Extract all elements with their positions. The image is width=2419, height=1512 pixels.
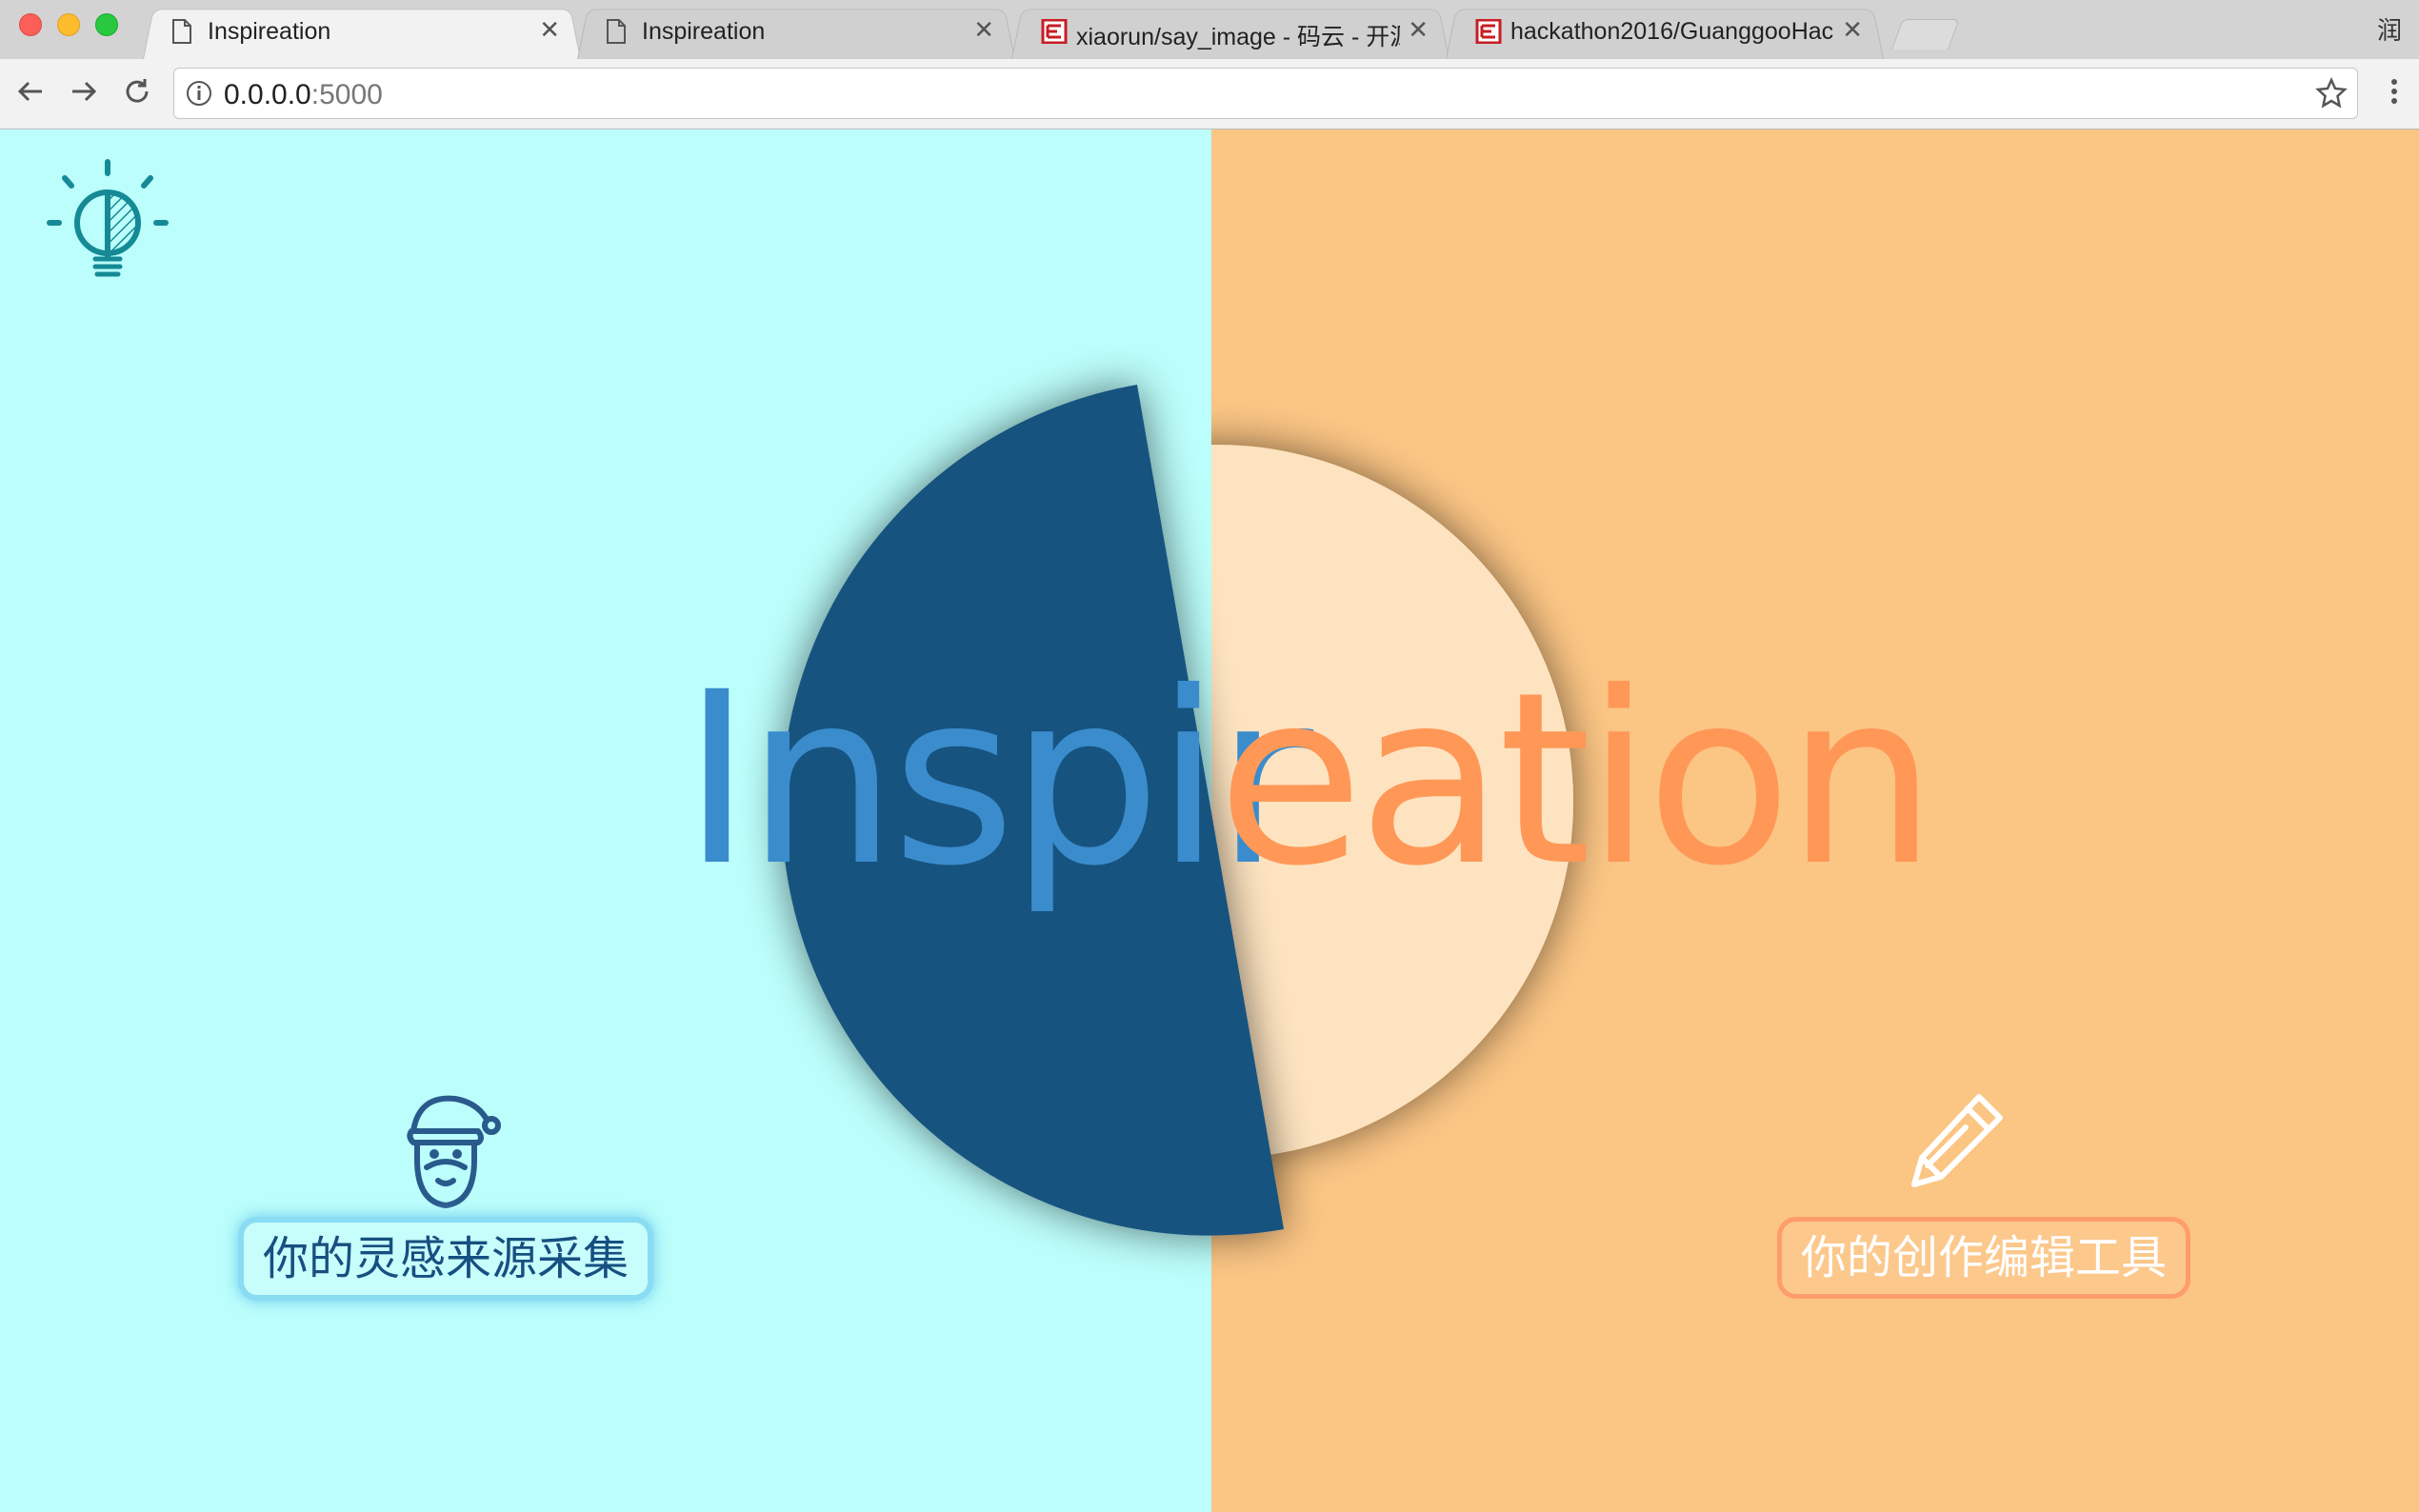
- profile-label[interactable]: 润: [2377, 11, 2402, 47]
- gitee-icon: [1041, 19, 1068, 44]
- back-button[interactable]: [11, 72, 50, 110]
- tab-strip: Inspireation ✕ Inspireation ✕ xiaorun/sa…: [0, 0, 2419, 59]
- maximize-window-button[interactable]: [95, 13, 118, 36]
- url-text[interactable]: 0.0.0.0:5000: [224, 79, 383, 111]
- gitee-icon: [1475, 19, 1502, 44]
- logo-left-text: Inspir: [682, 641, 1313, 918]
- tab-close-icon[interactable]: ✕: [1408, 15, 1429, 45]
- tab-title: Inspireation: [642, 18, 766, 45]
- reload-button[interactable]: [118, 72, 156, 110]
- page-content: Inspir eation 你的灵感来源采集 你的创作编辑工具: [0, 129, 2419, 1512]
- kebab-menu-icon: [2391, 79, 2397, 104]
- forward-button[interactable]: [65, 72, 103, 110]
- arrow-left-icon: [17, 81, 42, 102]
- browser-chrome: Inspireation ✕ Inspireation ✕ xiaorun/sa…: [0, 0, 2419, 129]
- pencil-icon[interactable]: [1905, 1087, 2009, 1192]
- tab-title: Inspireation: [208, 18, 331, 45]
- star-icon[interactable]: [2315, 77, 2348, 109]
- minimize-window-button[interactable]: [57, 13, 80, 36]
- santa-icon[interactable]: [400, 1087, 505, 1211]
- creation-editor-button[interactable]: 你的创作编辑工具: [1777, 1217, 2190, 1299]
- lightbulb-icon[interactable]: [44, 156, 177, 289]
- tab-gitee-hackathon[interactable]: hackathon2016/GuanggooHack ✕: [1446, 6, 1884, 59]
- page-icon: [172, 19, 191, 44]
- url-host: 0.0.0.0: [224, 79, 311, 110]
- arrow-right-icon: [72, 81, 97, 102]
- reload-icon: [126, 79, 149, 103]
- close-window-button[interactable]: [19, 13, 42, 36]
- info-icon[interactable]: [186, 80, 212, 107]
- tab-close-icon[interactable]: ✕: [1842, 15, 1863, 45]
- logo-right-text: eation: [1217, 641, 1937, 918]
- tab-gitee-say-image[interactable]: xiaorun/say_image - 码云 - 开源 ✕: [1011, 6, 1449, 59]
- address-bar[interactable]: 0.0.0.0:5000: [173, 68, 2358, 119]
- logo-wordmark: Inspir eation: [0, 129, 2419, 1512]
- tab-close-icon[interactable]: ✕: [973, 15, 994, 45]
- tab-title: xiaorun/say_image - 码云 - 开源: [1076, 24, 1400, 50]
- new-tab-button[interactable]: [1891, 19, 1960, 50]
- tab-close-icon[interactable]: ✕: [539, 15, 560, 45]
- inspire-collect-button[interactable]: 你的灵感来源采集: [238, 1217, 653, 1301]
- tab-title: hackathon2016/GuanggooHack: [1510, 18, 1834, 45]
- tab-inspireation-2[interactable]: Inspireation ✕: [577, 6, 1015, 59]
- tab-inspireation-1[interactable]: Inspireation ✕: [143, 6, 581, 59]
- menu-button[interactable]: [2375, 72, 2413, 110]
- page-icon: [607, 19, 626, 44]
- url-port: :5000: [310, 79, 383, 110]
- browser-toolbar: 0.0.0.0:5000: [0, 59, 2419, 129]
